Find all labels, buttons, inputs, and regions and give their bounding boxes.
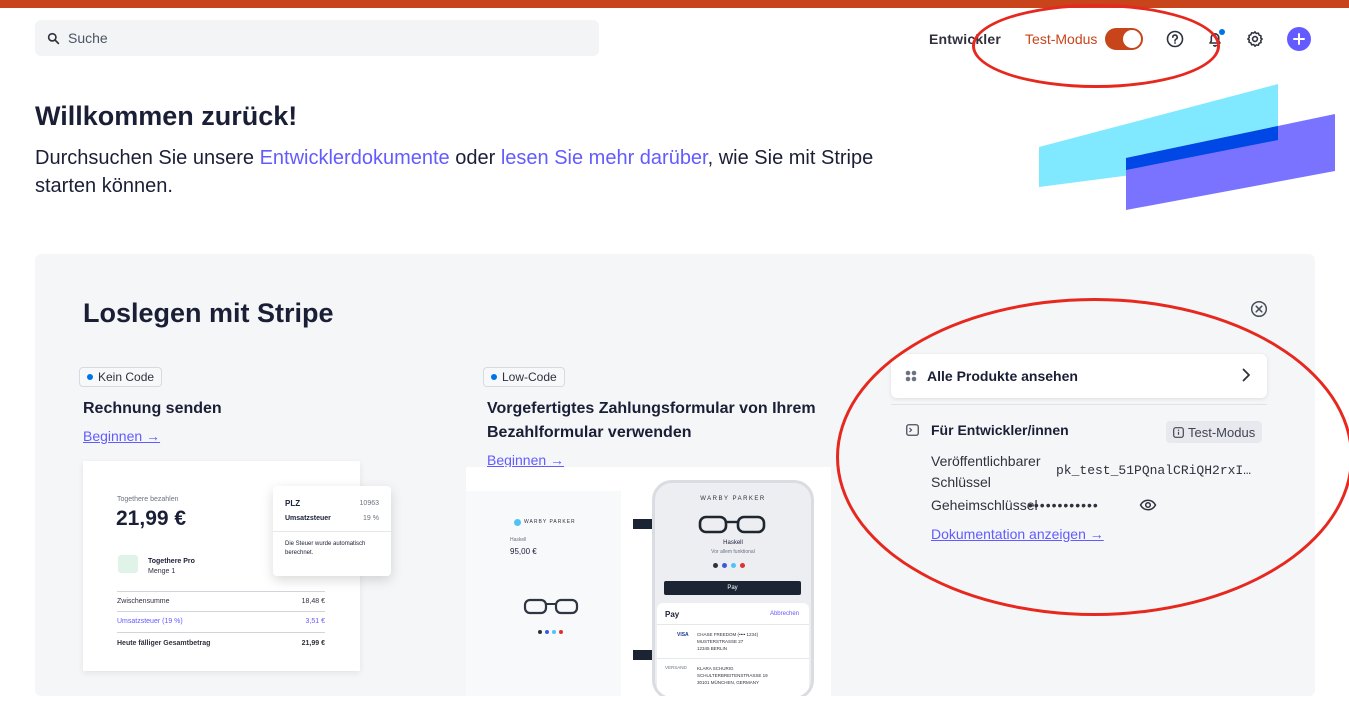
tag-label: Low-Code <box>502 370 557 384</box>
tag-dot <box>491 374 497 380</box>
ship-line: 30101 MÜNCHEN, GERMANY <box>697 680 760 685</box>
notification-dot <box>1219 29 1226 35</box>
card-brand: VISA <box>677 632 689 638</box>
popup-tax-label: Umsatzsteuer <box>285 515 331 522</box>
tax-popup-preview: PLZ 10963 Umsatzsteuer 19 % Die Steuer w… <box>273 486 391 576</box>
tag-label: Kein Code <box>98 370 155 384</box>
preview-amount: 21,99 € <box>116 507 187 530</box>
swatch <box>538 630 542 634</box>
apple-pay-label: Pay <box>665 610 680 619</box>
annotation-circle-test-mode <box>972 4 1220 88</box>
search-icon <box>47 32 60 44</box>
start-invoice-link[interactable]: Beginnen → <box>83 428 160 444</box>
decorative-stripes-graphic <box>1039 84 1335 210</box>
card-line: MUSTERSTRASSE 27 <box>697 639 744 644</box>
product-price: 95,00 € <box>510 547 537 556</box>
color-swatches <box>538 630 563 634</box>
learn-more-link[interactable]: lesen Sie mehr darüber <box>501 147 708 169</box>
divider <box>117 632 325 633</box>
close-icon[interactable] <box>1250 300 1268 318</box>
developer-docs-link[interactable]: Entwicklerdokumente <box>260 147 450 169</box>
create-plus-button[interactable] <box>1287 27 1312 51</box>
preview-tax-row: Umsatzsteuer (19 %) 3,51 € <box>117 618 325 625</box>
welcome-title: Willkommen zurück! <box>35 101 298 131</box>
swatch <box>552 630 556 634</box>
form-field-dark <box>633 650 654 660</box>
ship-line: KLARA SCHURIG <box>697 666 734 671</box>
card-line: 12345 BERLIN <box>697 646 728 651</box>
tax-value: 3,51 € <box>305 618 325 625</box>
swatch <box>722 563 727 568</box>
swatch <box>559 630 563 634</box>
divider <box>117 611 325 612</box>
phone-pay-button: Pay <box>664 581 801 595</box>
phone-glasses-image <box>698 515 766 534</box>
popup-note: Die Steuer wurde automatisch berechnet. <box>285 541 366 556</box>
card-title-checkout: Vorgefertigtes Zahlungsformular von Ihre… <box>487 400 816 441</box>
phone-brand: WARBY PARKER <box>700 496 766 502</box>
tag-dot <box>87 374 93 380</box>
swatch <box>731 563 736 568</box>
card-title-invoice: Rechnung senden <box>83 400 222 417</box>
swatch <box>713 563 718 568</box>
divider <box>117 591 325 592</box>
brand-logo-dot <box>514 519 521 526</box>
popup-tax-value: 19 % <box>363 515 379 522</box>
card-line: CHASE FREEDOM (•••• 1234) <box>697 632 759 637</box>
search-bar[interactable] <box>35 20 599 56</box>
preview-pay-label: Togethere bezahlen <box>117 496 179 503</box>
preview-subtotal-row: Zwischensumme 18,48 € <box>117 598 325 605</box>
phone-product: Haskell <box>723 540 743 546</box>
subtotal-value: 18,48 € <box>301 598 325 605</box>
card-details: CHASE FREEDOM (•••• 1234) MUSTERSTRASSE 2… <box>697 631 758 652</box>
brand-name: WARBY PARKER <box>524 519 576 525</box>
settings-gear-icon[interactable] <box>1245 29 1265 49</box>
tag-no-code: Kein Code <box>79 367 163 387</box>
welcome-text: Durchsuchen Sie unsere Entwicklerdokumen… <box>35 144 905 200</box>
glasses-image <box>523 598 579 615</box>
preview-product: Togethere Pro <box>148 558 195 565</box>
tax-label: Umsatzsteuer (19 %) <box>117 618 183 625</box>
shipping-label: VERSAND <box>665 665 687 670</box>
apple-pay-cancel: Abbrechen <box>769 611 799 617</box>
phone-subtitle: Vor allem funktional <box>711 549 755 555</box>
swatch <box>740 563 745 568</box>
popup-zip-label: PLZ <box>285 499 301 508</box>
shipping-details: KLARA SCHURIG SCHULTERBREITENSTRASSE 19 30… <box>697 665 768 686</box>
swatch <box>545 630 549 634</box>
total-value: 21,99 € <box>301 640 325 647</box>
preview-quantity: Menge 1 <box>148 568 176 575</box>
product-name: Haskell <box>510 537 527 543</box>
search-input[interactable] <box>68 30 568 46</box>
form-field-dark <box>633 519 654 529</box>
welcome-text-part: oder <box>449 147 501 169</box>
preview-total-row: Heute fälliger Gesamtbetrag 21,99 € <box>117 640 325 647</box>
start-checkout-link[interactable]: Beginnen → <box>487 452 564 468</box>
divider <box>273 531 391 532</box>
divider <box>657 658 809 659</box>
subtotal-label: Zwischensumme <box>117 598 170 605</box>
plus-icon <box>1293 33 1306 45</box>
annotation-circle-developers <box>836 298 1349 616</box>
panel-title: Loslegen mit Stripe <box>83 298 334 328</box>
tag-low-code: Low-Code <box>483 367 565 387</box>
total-label: Heute fälliger Gesamtbetrag <box>117 640 211 647</box>
divider <box>657 624 809 625</box>
welcome-text-part: Durchsuchen Sie unsere <box>35 147 260 169</box>
popup-zip-value: 10963 <box>359 500 379 507</box>
ship-line: SCHULTERBREITENSTRASSE 19 <box>697 673 768 678</box>
apple-pay-sheet: Pay Abbrechen VISA CHASE FREEDOM (•••• 1… <box>657 603 809 696</box>
product-image <box>118 555 138 573</box>
phone-swatches <box>713 563 745 568</box>
phone-preview: WARBY PARKER Haskell Vor allem funktiona… <box>652 480 814 696</box>
